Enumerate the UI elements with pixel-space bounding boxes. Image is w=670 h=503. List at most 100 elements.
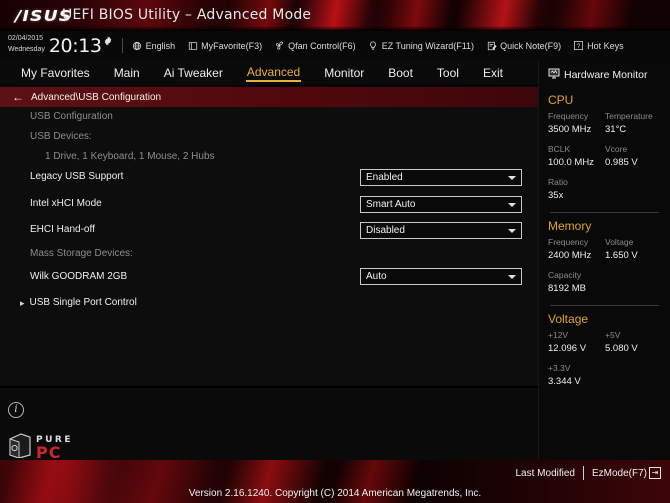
date-block: 02/04/2015 Wednesday — [8, 35, 45, 56]
usb-devices-value: 1 Drive, 1 Keyboard, 1 Mouse, 2 Hubs — [45, 151, 215, 162]
cpu-temperature: Temperature 31°C — [605, 110, 662, 137]
chevron-down-icon — [508, 175, 516, 180]
toolbar-label: EZ Tuning Wizard(F11) — [381, 40, 475, 51]
dropdown-value: Disabled — [366, 225, 405, 236]
mass-storage-label: Mass Storage Devices: — [30, 248, 133, 259]
sidebar-section-voltage: Voltage — [548, 312, 589, 326]
hardware-monitor-panel: Hardware Monitor CPU Frequency 3500 MHz … — [538, 60, 670, 460]
cpu-vcore: Vcore 0.985 V — [605, 143, 662, 170]
title-banner: /ISUS UEFI BIOS Utility – Advanced Mode — [0, 0, 670, 31]
dropdown-legacy-usb-support[interactable]: Enabled — [360, 169, 522, 186]
breadcrumb-path: Advanced\USB Configuration — [31, 91, 162, 103]
tab-my-favorites[interactable]: My Favorites — [20, 64, 91, 82]
hardware-monitor-header: Hardware Monitor — [539, 60, 670, 88]
toolbar-divider — [121, 38, 123, 53]
question-icon: ? — [573, 40, 584, 51]
usb-devices-label: USB Devices: — [30, 131, 92, 142]
version-text: Version 2.16.1240. Copyright (C) 2014 Am… — [188, 488, 482, 499]
toolbar-item-quick-note[interactable]: Quick Note(F9) — [486, 40, 561, 51]
cpu-row-2: BCLK 100.0 MHz Vcore 0.985 V — [539, 143, 670, 170]
toolbar-label: MyFavorite(F3) — [201, 40, 263, 51]
hardware-monitor-title: Hardware Monitor — [564, 69, 648, 81]
metric-key: Frequency — [548, 237, 589, 247]
page-title: UEFI BIOS Utility – Advanced Mode — [62, 7, 312, 23]
dropdown-ehci-hand-off[interactable]: Disabled — [360, 222, 522, 239]
dropdown-value: Enabled — [366, 172, 403, 183]
memory-row-1: Frequency 2400 MHz Voltage 1.650 V — [539, 236, 670, 263]
note-icon — [486, 40, 497, 51]
voltage-row-2: +3.3V 3.344 V — [539, 362, 670, 389]
metric-value: 3500 MHz — [548, 124, 592, 135]
tab-ai-tweaker[interactable]: Ai Tweaker — [163, 64, 224, 82]
setting-label-intel-xhci-mode: Intel xHCI Mode — [30, 198, 102, 209]
book-icon — [187, 40, 198, 51]
sidebar-divider — [550, 305, 659, 306]
submenu-usb-single-port-control[interactable]: USB Single Port Control — [30, 297, 137, 308]
toolbar-label: Quick Note(F9) — [500, 40, 562, 51]
tab-monitor[interactable]: Monitor — [323, 64, 365, 82]
memory-capacity: Capacity 8192 MB — [548, 269, 605, 296]
metric-key: Vcore — [605, 144, 628, 154]
metric-value: 1.650 V — [605, 250, 638, 261]
dropdown-intel-xhci-mode[interactable]: Smart Auto — [360, 196, 522, 213]
pc-case-icon — [8, 432, 32, 463]
toolbar-item-ez-tuning-wizard[interactable]: EZ Tuning Wizard(F11) — [368, 40, 474, 51]
top-toolbar: 02/04/2015 Wednesday 20:13 English MyFav… — [0, 31, 670, 60]
arrow-left-icon[interactable]: ← — [12, 91, 24, 103]
purepc-brand-bottom: PC — [36, 442, 62, 462]
toolbar-item-hot-keys[interactable]: ? Hot Keys — [573, 40, 624, 51]
exit-arrow-icon: ⇥ — [649, 467, 661, 479]
sidebar-section-cpu: CPU — [548, 93, 574, 107]
metric-key: Ratio — [548, 177, 568, 187]
memory-row-2: Capacity 8192 MB — [539, 269, 670, 296]
tab-tool[interactable]: Tool — [436, 64, 460, 82]
date-text: 02/04/2015 — [8, 35, 44, 42]
toolbar-item-myfavorite[interactable]: MyFavorite(F3) — [187, 40, 262, 51]
toolbar-label: Hot Keys — [587, 40, 624, 51]
gear-icon[interactable] — [103, 36, 113, 56]
metric-value: 12.096 V — [548, 343, 587, 354]
metric-key: Capacity — [548, 270, 582, 280]
memory-voltage: Voltage 1.650 V — [605, 236, 662, 263]
tab-exit[interactable]: Exit — [482, 64, 504, 82]
chevron-down-icon — [508, 228, 516, 233]
sidebar-section-memory: Memory — [548, 219, 592, 233]
footer-actions: Last Modified EzMode(F7) ⇥ — [516, 466, 661, 480]
metric-key: Frequency — [548, 111, 589, 121]
setting-label-legacy-usb-support: Legacy USB Support — [30, 171, 124, 182]
tab-boot[interactable]: Boot — [387, 64, 414, 82]
breadcrumb[interactable]: ← Advanced\USB Configuration — [0, 87, 538, 107]
globe-icon — [132, 40, 143, 51]
metric-value: 100.0 MHz — [548, 157, 594, 168]
ez-mode-button[interactable]: EzMode(F7) ⇥ — [592, 467, 661, 479]
fan-icon — [274, 40, 285, 51]
monitor-icon — [548, 66, 560, 84]
cpu-frequency: Frequency 3500 MHz — [548, 110, 605, 137]
info-icon[interactable]: i — [8, 402, 24, 418]
voltage-5v: +5V 5.080 V — [605, 329, 662, 356]
svg-text:?: ? — [577, 44, 581, 50]
tab-advanced[interactable]: Advanced — [245, 63, 302, 82]
bulb-icon — [368, 40, 379, 51]
section-title: USB Configuration — [30, 111, 113, 122]
last-modified-button[interactable]: Last Modified — [516, 468, 575, 479]
cpu-row-1: Frequency 3500 MHz Temperature 31°C — [539, 110, 670, 137]
voltage-row-1: +12V 12.096 V +5V 5.080 V — [539, 329, 670, 356]
voltage-12v: +12V 12.096 V — [548, 329, 605, 356]
metric-key: BCLK — [548, 144, 571, 154]
clock-text: 20:13 — [48, 35, 102, 57]
footer-divider — [582, 466, 584, 480]
metric-value: 3.344 V — [548, 376, 581, 387]
toolbar-item-qfan-control[interactable]: Qfan Control(F6) — [274, 40, 356, 51]
metric-value: 5.080 V — [605, 343, 638, 354]
settings-panel: USB Configuration USB Devices: 1 Drive, … — [0, 107, 538, 464]
metric-value: 2400 MHz — [548, 250, 592, 261]
tab-main[interactable]: Main — [113, 64, 141, 82]
voltage-33v: +3.3V 3.344 V — [548, 362, 605, 389]
datetime-block: 02/04/2015 Wednesday 20:13 — [8, 35, 113, 56]
dropdown-wilk-goodram[interactable]: Auto — [360, 268, 522, 285]
setting-label-wilk-goodram: Wilk GOODRAM 2GB — [30, 271, 128, 282]
bios-screen: /ISUS UEFI BIOS Utility – Advanced Mode … — [0, 0, 670, 503]
weekday-text: Wednesday — [8, 45, 45, 53]
toolbar-item-english[interactable]: English — [132, 40, 175, 51]
